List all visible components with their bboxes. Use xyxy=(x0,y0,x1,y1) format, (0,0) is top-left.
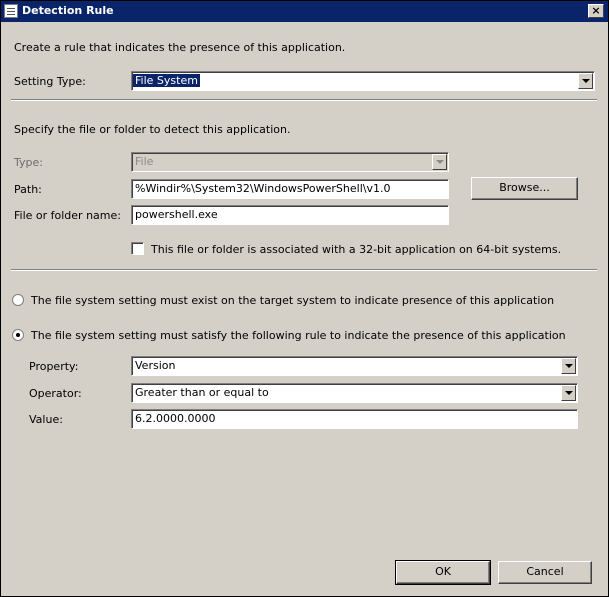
exist-radio-label: The file system setting must exist on th… xyxy=(31,294,555,307)
32bit-checkbox-label: This file or folder is associated with a… xyxy=(151,243,562,256)
document-icon xyxy=(4,4,18,18)
detection-rule-dialog: Detection Rule × Create a rule that indi… xyxy=(0,0,609,597)
separator xyxy=(11,99,597,101)
cancel-button[interactable]: Cancel xyxy=(498,561,592,584)
chevron-down-icon[interactable] xyxy=(578,73,593,89)
operator-select[interactable]: Greater than or equal to xyxy=(131,383,578,403)
value-input[interactable]: 6.2.0000.0000 xyxy=(131,409,578,429)
close-button[interactable]: × xyxy=(588,4,604,18)
separator xyxy=(11,269,597,271)
title-bar: Detection Rule × xyxy=(1,1,608,22)
exist-radio[interactable] xyxy=(12,294,24,306)
type-value: File xyxy=(135,155,154,168)
chevron-down-icon[interactable] xyxy=(561,385,576,401)
path-input[interactable]: %Windir%\System32\WindowsPowerShell\v1.0 xyxy=(131,179,449,199)
value-label: Value: xyxy=(29,413,63,426)
setting-type-select[interactable]: File System xyxy=(131,71,595,91)
setting-type-value: File System xyxy=(133,74,200,87)
browse-button[interactable]: Browse... xyxy=(471,177,578,200)
window-title: Detection Rule xyxy=(22,4,114,17)
chevron-down-icon xyxy=(432,154,447,170)
property-value: Version xyxy=(135,359,176,372)
operator-label: Operator: xyxy=(29,387,82,400)
path-label: Path: xyxy=(14,183,42,196)
setting-type-label: Setting Type: xyxy=(14,75,86,88)
chevron-down-icon[interactable] xyxy=(561,358,576,374)
rule-radio-label: The file system setting must satisfy the… xyxy=(31,329,566,342)
type-label: Type: xyxy=(14,156,43,169)
32bit-checkbox[interactable] xyxy=(131,242,144,255)
file-name-label: File or folder name: xyxy=(14,209,121,222)
ok-button[interactable]: OK xyxy=(395,560,491,585)
intro-text: Create a rule that indicates the presenc… xyxy=(14,41,346,54)
type-select: File xyxy=(131,152,449,172)
operator-value: Greater than or equal to xyxy=(135,386,269,399)
rule-radio[interactable] xyxy=(12,329,24,341)
file-instruction-text: Specify the file or folder to detect thi… xyxy=(14,123,291,136)
file-name-input[interactable]: powershell.exe xyxy=(131,205,449,225)
property-select[interactable]: Version xyxy=(131,356,578,376)
property-label: Property: xyxy=(29,360,79,373)
